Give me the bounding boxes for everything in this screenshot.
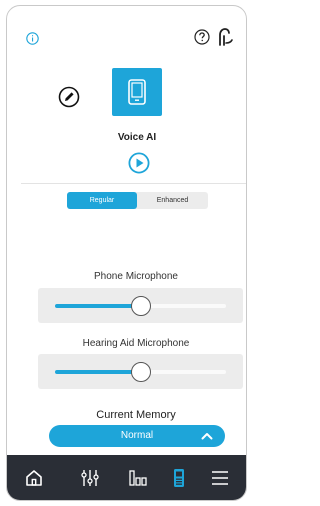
equalizer-icon xyxy=(129,470,147,486)
nav-equalizer[interactable] xyxy=(128,468,150,488)
home-icon xyxy=(26,470,42,486)
play-icon[interactable] xyxy=(128,152,150,174)
mode-enhanced-button[interactable]: Enhanced xyxy=(137,192,208,209)
slider-thumb[interactable] xyxy=(130,296,151,316)
mode-toggle: Regular Enhanced xyxy=(67,192,208,209)
bottom-nav xyxy=(7,455,246,500)
program-tile[interactable] xyxy=(112,68,162,116)
menu-icon xyxy=(212,471,228,485)
memory-value: Normal xyxy=(120,430,154,441)
slider-fill xyxy=(55,370,141,374)
chevron-up-icon xyxy=(201,433,213,440)
slider-track[interactable] xyxy=(55,296,226,316)
memory-dropdown[interactable]: Normal xyxy=(49,425,225,447)
program-name: Voice AI xyxy=(117,132,157,143)
hearing-aid-icon[interactable] xyxy=(217,27,235,47)
hearing-aid-microphone-label: Hearing Aid Microphone xyxy=(82,338,190,349)
slider-thumb[interactable] xyxy=(130,362,151,382)
app-screen: Voice AI Regular Enhanced Phone Micropho… xyxy=(6,5,247,501)
pencil-icon[interactable] xyxy=(58,86,80,108)
nav-adjustments[interactable] xyxy=(80,468,102,488)
info-icon[interactable] xyxy=(26,32,39,45)
divider xyxy=(21,183,246,184)
current-memory-label: Current Memory xyxy=(96,409,176,421)
phone-microphone-slider xyxy=(38,288,243,323)
slider-track[interactable] xyxy=(55,362,226,382)
nav-home[interactable] xyxy=(24,468,46,488)
nav-menu[interactable] xyxy=(210,468,232,488)
remote-icon xyxy=(174,469,184,487)
mode-regular-button[interactable]: Regular xyxy=(67,192,137,209)
slider-fill xyxy=(55,304,141,308)
hearing-aid-microphone-slider xyxy=(38,354,243,389)
nav-remote[interactable] xyxy=(169,468,191,488)
help-icon[interactable] xyxy=(194,29,210,45)
phone-microphone-label: Phone Microphone xyxy=(94,271,178,282)
adjustments-icon xyxy=(81,470,99,486)
phone-icon xyxy=(128,79,146,105)
